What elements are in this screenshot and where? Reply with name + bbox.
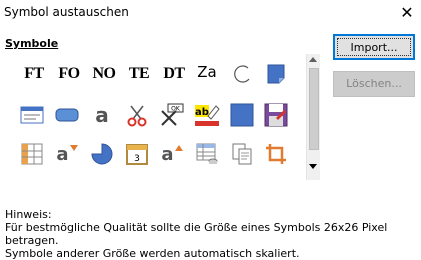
close-icon[interactable]: ✕ [396,2,418,24]
scroll-up-arrow-icon[interactable] [309,57,317,62]
delete-button[interactable]: Löschen... [333,71,415,97]
no-text-icon[interactable]: NO [91,61,117,87]
crop-icon[interactable] [263,141,289,167]
scroll-thumb[interactable] [309,68,319,150]
blue-square-icon[interactable] [229,102,255,128]
letter-a-icon[interactable]: a [89,102,115,128]
rounded-rectangle-icon[interactable] [54,102,80,128]
za-text-icon[interactable]: Za [194,59,220,85]
scissors-icon[interactable] [124,102,150,128]
hint-line-1: Für bestmögliche Qualität sollte die Grö… [5,221,388,247]
table-data-icon[interactable] [194,141,220,167]
title-bar: Symbol austauschen ✕ [0,0,421,26]
import-button-label: Import... [337,38,411,56]
dialog-title: Symbol austauschen [4,5,129,19]
hint-text: Hinweis: Für bestmögliche Qualität sollt… [5,208,421,260]
copy-pages-icon[interactable] [229,141,255,167]
symbol-scrollbar[interactable] [306,54,320,180]
import-button[interactable]: Import... [333,34,415,60]
ok-tools-icon[interactable]: OK [159,102,185,128]
note-page-icon[interactable] [263,61,289,87]
hint-heading: Hinweis: [5,208,52,221]
ft-text-icon[interactable]: FT [21,61,47,87]
highlighter-ab-icon[interactable]: ab [194,102,220,128]
save-as-icon[interactable] [263,102,289,128]
pie-shape-icon[interactable] [89,141,115,167]
grid-layout-icon[interactable] [19,141,45,167]
section-title: Symbole [5,37,59,50]
arc-icon[interactable] [229,61,255,87]
hint-line-2: Symbole anderer Größe werden automatisch… [5,247,300,260]
letter-a-down-icon[interactable]: a [54,141,80,167]
svg-text:3: 3 [134,154,140,164]
letter-a-up-icon[interactable]: a [159,141,185,167]
fo-text-icon[interactable]: FO [56,61,82,87]
symbol-grid: FT FO NO TE DT Za a OK ab a 3 a [11,54,305,180]
scroll-down-arrow-icon[interactable] [309,164,317,169]
te-text-icon[interactable]: TE [126,61,152,87]
form-list-icon[interactable] [19,102,45,128]
svg-text:ab: ab [195,107,209,118]
dt-text-icon[interactable]: DT [161,61,187,87]
calendar-icon[interactable]: 3 [124,141,150,167]
